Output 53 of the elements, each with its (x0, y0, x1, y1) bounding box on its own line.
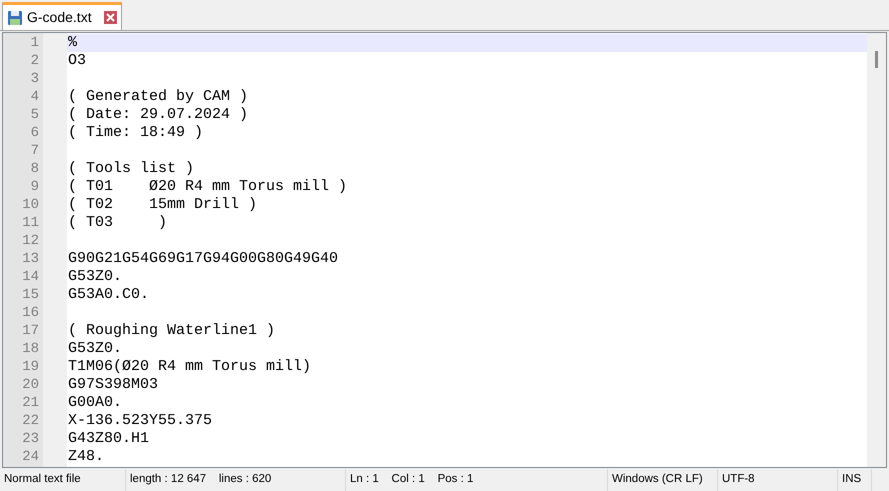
code-line: G53Z0. (67, 268, 122, 286)
line-number: 8 (30, 160, 40, 178)
line-number: 6 (30, 124, 40, 142)
file-tab[interactable]: G-code.txt (2, 2, 122, 30)
line-number: 23 (21, 430, 40, 448)
line-number: 19 (21, 358, 40, 376)
scrollbar[interactable] (867, 33, 886, 467)
line-number: 3 (30, 70, 40, 88)
line-number: 20 (21, 376, 40, 394)
line-number: 4 (30, 88, 40, 106)
line-number: 21 (21, 394, 40, 412)
code-line: ( Generated by CAM ) (67, 88, 248, 106)
code-line: ( Time: 18:49 ) (67, 124, 204, 142)
line-number: 2 (30, 52, 40, 70)
code-line: G90G21G54G69G17G94G00G80G49G40 (67, 250, 338, 268)
line-number: 14 (21, 268, 40, 286)
code-line: G53A0.C0. (67, 286, 150, 304)
line-number: 1 (30, 34, 40, 52)
code-line: ( T03 ) (67, 214, 168, 232)
code-line: Z48. (67, 448, 104, 466)
line-number: 5 (30, 106, 40, 124)
status-field: length : 12 647 lines : 620 (126, 469, 346, 491)
close-icon[interactable] (104, 11, 117, 24)
code-line: G97S398M03 (67, 376, 158, 394)
code-line: ( T01 Ø20 R4 mm Torus mill ) (67, 178, 348, 196)
line-number: 10 (21, 196, 40, 214)
line-number: 12 (21, 232, 40, 250)
line-number: 7 (30, 142, 40, 160)
line-number: 16 (21, 304, 40, 322)
line-number: 9 (30, 178, 40, 196)
code-line: X-136.523Y55.375 (67, 412, 212, 430)
line-number: 17 (21, 322, 40, 340)
code-line: % (67, 34, 78, 52)
code-line: G00A0. (67, 394, 122, 412)
line-number: 15 (21, 286, 40, 304)
code-line: ( Roughing Waterline1 ) (67, 322, 276, 340)
status-field: Ln : 1 Col : 1 Pos : 1 (346, 469, 608, 491)
line-number: 24 (21, 448, 40, 466)
code-line: ( T02 15mm Drill ) (67, 196, 258, 214)
code-line: O3 (67, 52, 86, 70)
code-line: ( Date: 29.07.2024 ) (67, 106, 248, 124)
code-line: G53Z0. (67, 340, 122, 358)
status-field: INS (838, 469, 872, 491)
status-field: Windows (CR LF) (608, 469, 718, 491)
line-number: 18 (21, 340, 40, 358)
line-number: 11 (21, 214, 40, 232)
line-number: 22 (21, 412, 40, 430)
code-line: ( Tools list ) (67, 160, 194, 178)
status-field: UTF-8 (718, 469, 838, 491)
status-field: Normal text file (0, 469, 126, 491)
line-number: 13 (21, 250, 40, 268)
code-line: G43Z80.H1 (67, 430, 150, 448)
code-line: T1M06(Ø20 R4 mm Torus mill) (67, 358, 312, 376)
